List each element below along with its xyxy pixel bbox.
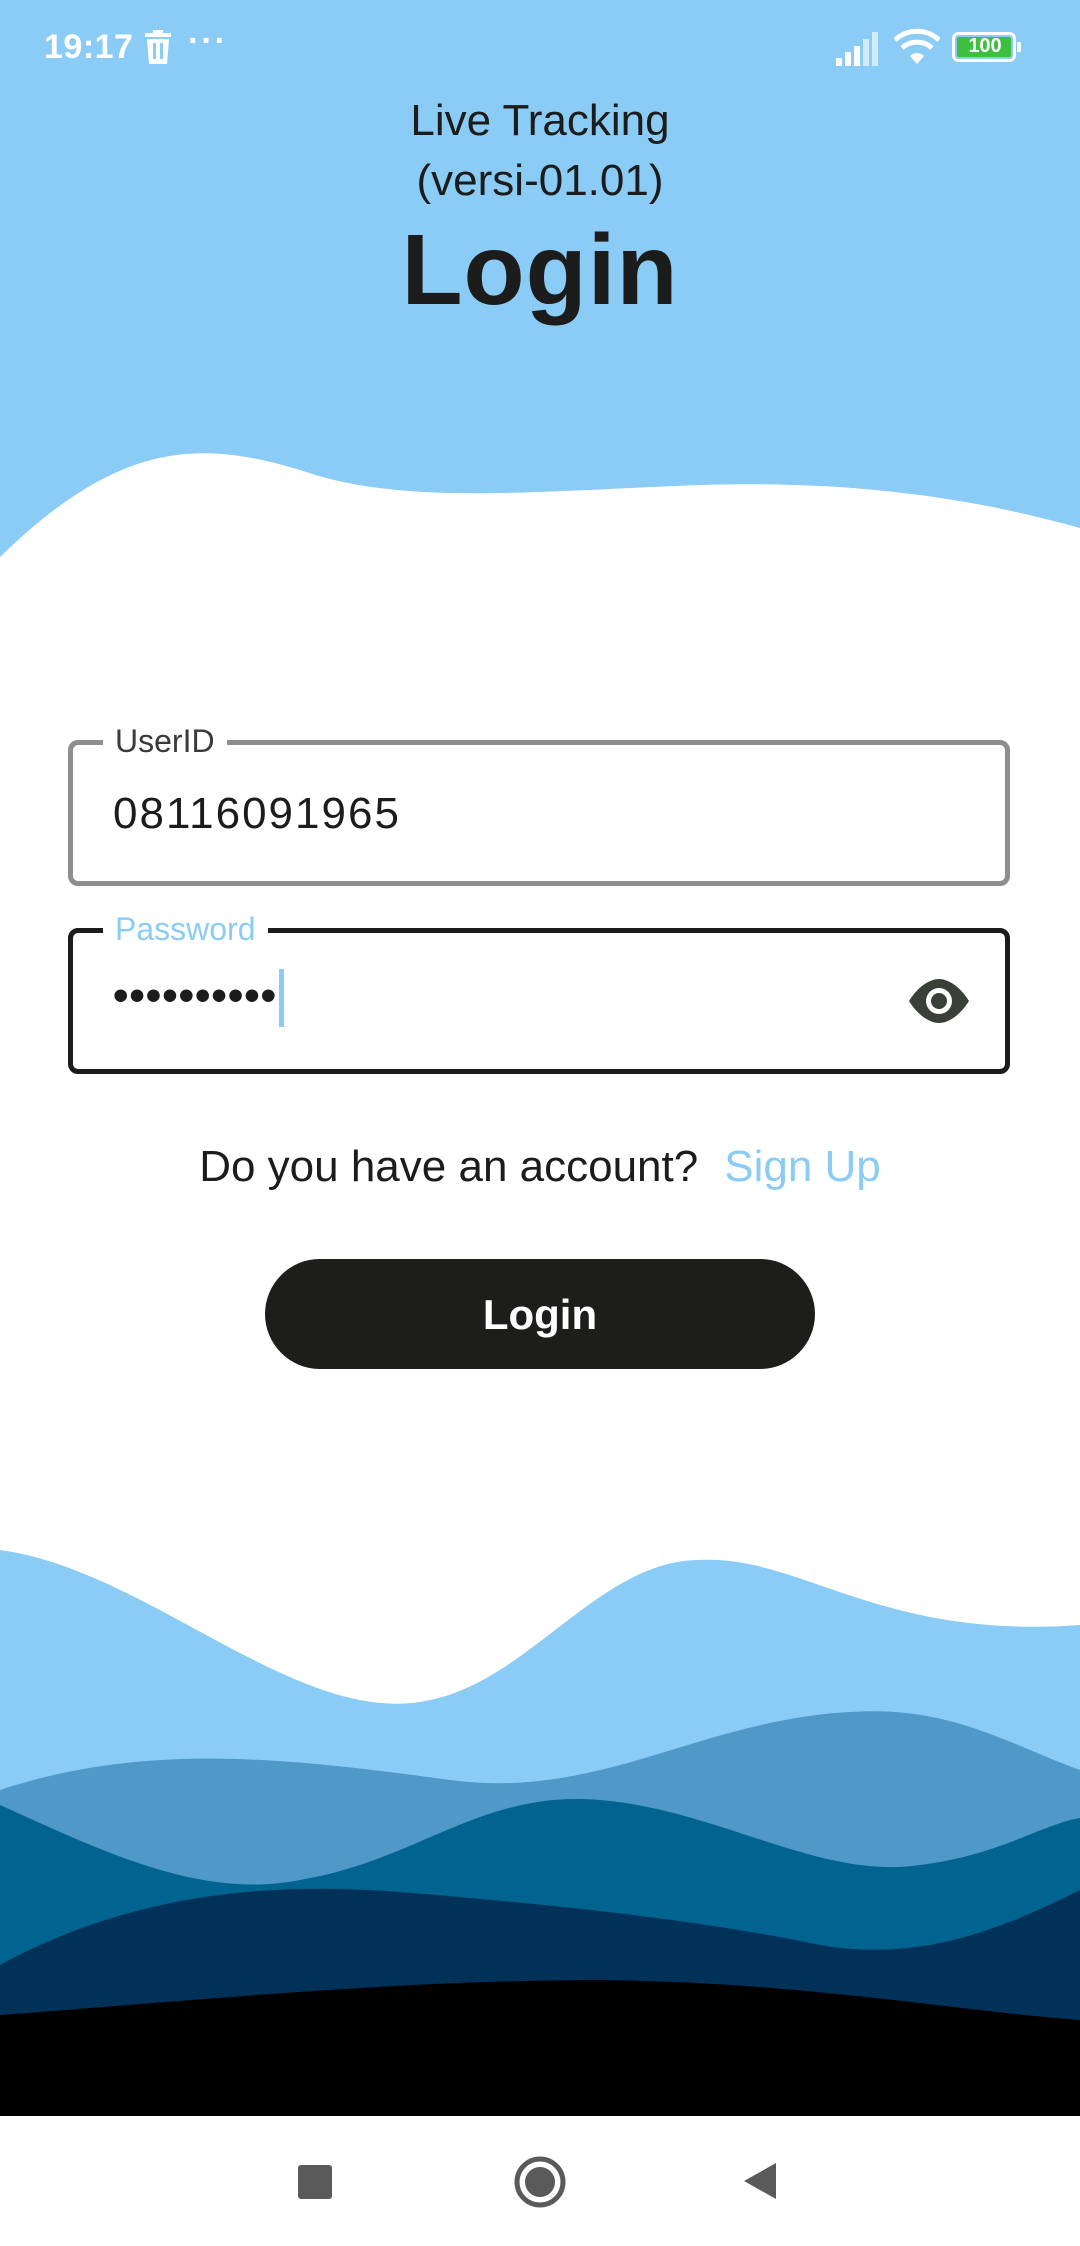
password-value[interactable]: •••••••••• [113,969,285,1028]
status-bar: 19:17 ··· 100 [0,0,1080,96]
battery-level: 100 [968,35,1002,57]
app-version: (versi-01.01) [416,156,664,205]
userid-field[interactable]: UserID 08116091965 [68,719,1010,886]
signup-link[interactable]: Sign Up [724,1142,881,1191]
page-title: Login [401,214,679,326]
more-indicator: ··· [188,22,228,60]
account-row: Do you have an account? Sign Up [0,1138,1080,1196]
trash-icon [145,30,171,64]
password-field[interactable]: Password •••••••••• [68,907,1010,1074]
home-icon[interactable] [514,2156,566,2208]
back-icon[interactable] [742,2161,778,2201]
background-waves [0,0,1080,2120]
app-name: Live Tracking [410,96,670,145]
signal-icon [836,32,878,66]
password-label: Password [103,907,268,951]
recent-apps-icon[interactable] [298,2165,332,2199]
wifi-icon [894,28,940,64]
navigation-bar [0,2116,1080,2246]
userid-label: UserID [103,719,227,763]
text-caret [279,969,285,1028]
userid-value[interactable]: 08116091965 [113,787,401,841]
password-masked-text: •••••••••• [113,971,278,1020]
account-question: Do you have an account? [199,1142,699,1191]
eye-icon[interactable] [907,977,971,1025]
status-time: 19:17 [44,28,134,66]
login-button[interactable]: Login [265,1259,815,1369]
